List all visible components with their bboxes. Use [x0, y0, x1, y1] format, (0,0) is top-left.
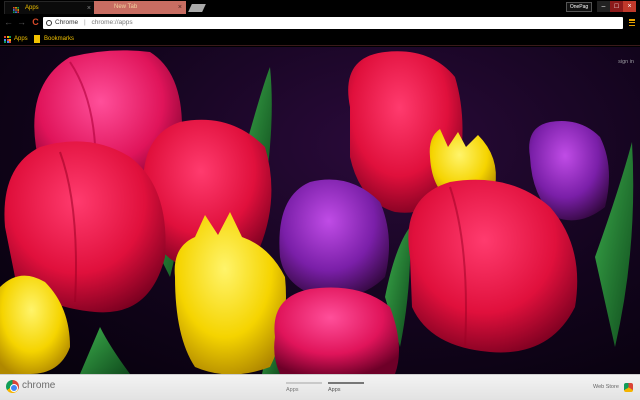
reload-icon[interactable]: C: [30, 17, 41, 28]
bookmark-folder[interactable]: Bookmarks: [34, 32, 74, 46]
address-bar[interactable]: Chrome | chrome://apps: [43, 17, 623, 29]
chrome-page-icon: [46, 20, 52, 26]
back-arrow-icon[interactable]: ←: [3, 17, 14, 28]
page-label: Apps: [286, 387, 299, 393]
tab-title: Apps: [25, 5, 39, 11]
page-label: Apps: [328, 387, 341, 393]
tab-strip: Apps × New Tab × OnePag – □ ×: [0, 0, 640, 14]
url-text: chrome://apps: [91, 19, 133, 26]
page-switcher-apps-1[interactable]: Apps: [286, 378, 322, 398]
tab-new-tab[interactable]: New Tab ×: [94, 1, 186, 14]
address-separator: |: [83, 19, 86, 26]
chrome-brand-label: chrome: [22, 380, 56, 391]
page-switcher-apps-2[interactable]: Apps: [328, 378, 364, 398]
bookmark-apps[interactable]: Apps: [4, 32, 28, 46]
page-indicator-active: [328, 382, 364, 384]
web-store-link[interactable]: Web Store: [593, 384, 619, 390]
minimize-icon[interactable]: –: [597, 1, 610, 12]
tab-title: New Tab: [114, 4, 138, 10]
bookmarks-bar: Apps Bookmarks: [0, 32, 640, 46]
forward-arrow-icon[interactable]: →: [16, 17, 27, 28]
close-window-icon[interactable]: ×: [623, 1, 636, 12]
apps-grid-icon: [4, 36, 11, 43]
toolbar: ← → C Chrome | chrome://apps: [0, 14, 640, 32]
maximize-icon[interactable]: □: [610, 1, 623, 12]
tab-apps[interactable]: Apps ×: [4, 1, 96, 14]
new-tab-button[interactable]: [188, 4, 206, 12]
apps-bottom-bar: chrome Apps Apps Web Store: [0, 374, 640, 400]
web-store-icon[interactable]: [624, 383, 633, 392]
profile-button[interactable]: OnePag: [566, 2, 592, 12]
page-indicator: [286, 382, 322, 384]
apps-grid-icon: [13, 6, 19, 13]
chrome-logo-icon: [6, 380, 19, 393]
apps-page-background: sign in: [0, 47, 640, 374]
bookmark-label: Apps: [14, 36, 28, 42]
tulip-wallpaper: [0, 50, 634, 374]
bookmark-label: Bookmarks: [44, 36, 75, 42]
folder-icon: [34, 35, 40, 43]
menu-icon[interactable]: [628, 18, 636, 28]
site-label: Chrome: [55, 19, 79, 26]
close-tab-icon[interactable]: ×: [178, 1, 182, 14]
sign-in-link[interactable]: sign in: [618, 59, 634, 65]
